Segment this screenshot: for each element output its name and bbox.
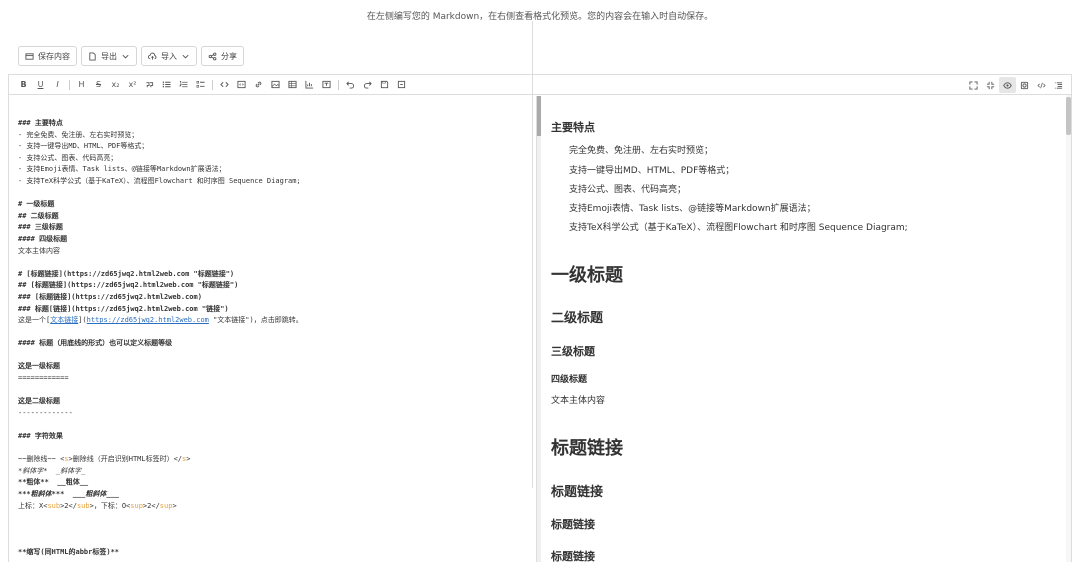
redo-icon [363,81,372,89]
quote-icon [146,82,154,88]
strikethrough-button[interactable]: S [90,77,107,93]
save-button[interactable]: 保存内容 [18,46,77,66]
preview-h3-features: 主要特点 [551,121,595,134]
chevron-down-icon [182,54,189,58]
import-button-label: 导入 [161,51,177,61]
subscript-button[interactable]: x₂ [107,77,124,93]
editor-toolbar: B U I H S x₂ x² [9,75,1071,95]
link-button[interactable] [250,77,267,93]
action-bar: 保存内容 导出 导入 分享 [18,46,244,66]
theme-button[interactable] [1016,77,1033,93]
floppy-icon [380,80,389,89]
clear-icon [397,80,406,89]
toolbar-right-group [965,77,1067,93]
preview-h3: 三级标题 [551,345,595,358]
code-icon [220,81,229,88]
save-button-label: 保存内容 [38,51,70,61]
preview-list-item: 支持一键导出MD、HTML、PDF等格式； [569,166,735,176]
clear-button[interactable] [393,77,410,93]
preview-scrollbar-thumb[interactable] [1066,97,1071,135]
code-slash-icon [1037,82,1046,88]
pane-divider[interactable] [532,21,533,488]
preview-h2: 二级标题 [551,311,604,326]
fullscreen-button[interactable] [965,77,982,93]
link-icon [255,81,262,88]
export-button[interactable]: 导出 [81,46,137,66]
share-button[interactable]: 分享 [201,46,244,66]
expand-icon [969,80,978,90]
ordered-list-button[interactable] [175,77,192,93]
chevron-down-icon [122,54,129,58]
task-list-button[interactable] [192,77,209,93]
code-block-button[interactable] [233,77,250,93]
redo-button[interactable] [359,77,376,93]
fit-window-button[interactable] [982,77,999,93]
quote-button[interactable] [141,77,158,93]
preview-link-h3[interactable]: 标题链接 [551,516,595,532]
toolbar-divider [212,79,213,90]
markdown-preview-pane: 主要特点 完全免费、免注册、左右实时预览； 支持一键导出MD、HTML、PDF等… [541,95,1063,562]
preview-scrollbar[interactable] [1066,95,1071,562]
html-source-button[interactable] [1033,77,1050,93]
toolbar-divider [69,79,70,90]
share-icon [208,52,217,60]
preview-list-item: 支持Emoji表情、Task lists、@链接等Markdown扩展语法； [569,204,816,214]
table-icon [288,80,297,89]
preview-h4: 四级标题 [551,375,588,385]
preview-list-item: 支持公式、图表、代码高亮； [569,185,687,195]
image-icon [271,80,280,89]
save-icon [25,52,34,60]
superscript-button[interactable]: x² [124,77,141,93]
table-button[interactable] [284,77,301,93]
file-icon [89,51,96,61]
formula-button[interactable] [318,77,335,93]
italic-button[interactable]: I [49,77,66,93]
code-block-icon [237,80,246,89]
share-button-label: 分享 [221,51,237,61]
preview-body-text: 文本主体内容 [551,396,606,406]
import-button[interactable]: 导入 [141,46,197,66]
preview-toggle-button[interactable] [999,77,1016,93]
checklist-icon [196,81,205,88]
underline-button[interactable]: U [32,77,49,93]
preview-list-item: 完全免费、免注册、左右实时预览； [569,146,714,156]
undo-icon [346,81,355,89]
toolbar-divider [338,79,339,90]
chart-icon [305,80,314,89]
image-button[interactable] [267,77,284,93]
eye-icon [1003,81,1012,89]
formula-icon [322,80,331,89]
toc-icon [1054,81,1063,89]
preview-link-h3[interactable]: 标题链接 [551,548,595,562]
cloud-upload-icon [148,52,157,60]
list-ol-icon [179,80,188,88]
export-button-label: 导出 [101,51,117,61]
theme-icon [1020,81,1029,89]
preview-link-h1[interactable]: 标题链接 [551,434,623,460]
bold-button[interactable]: B [15,77,32,93]
preview-h1: 一级标题 [551,265,623,286]
toc-button[interactable] [1050,77,1067,93]
list-ul-icon [162,81,171,88]
unordered-list-button[interactable] [158,77,175,93]
markdown-source-text[interactable]: ### 主要特点 - 完全免费、免注册、左右实时预览； - 支持一键导出MD、H… [18,118,303,559]
preview-link-h2[interactable]: 标题链接 [551,481,603,500]
preview-list-item: 支持TeX科学公式（基于KaTeX）、流程图Flowchart 和时序图 Seq… [569,223,908,233]
save-toolbar-button[interactable] [376,77,393,93]
page-subtitle: 在左侧编写您的 Markdown，在右侧查看格式化预览。您的内容会在输入时自动保… [366,12,714,22]
undo-button[interactable] [342,77,359,93]
code-button[interactable] [216,77,233,93]
compress-icon [986,81,995,89]
heading-button[interactable]: H [73,77,90,93]
chart-button[interactable] [301,77,318,93]
